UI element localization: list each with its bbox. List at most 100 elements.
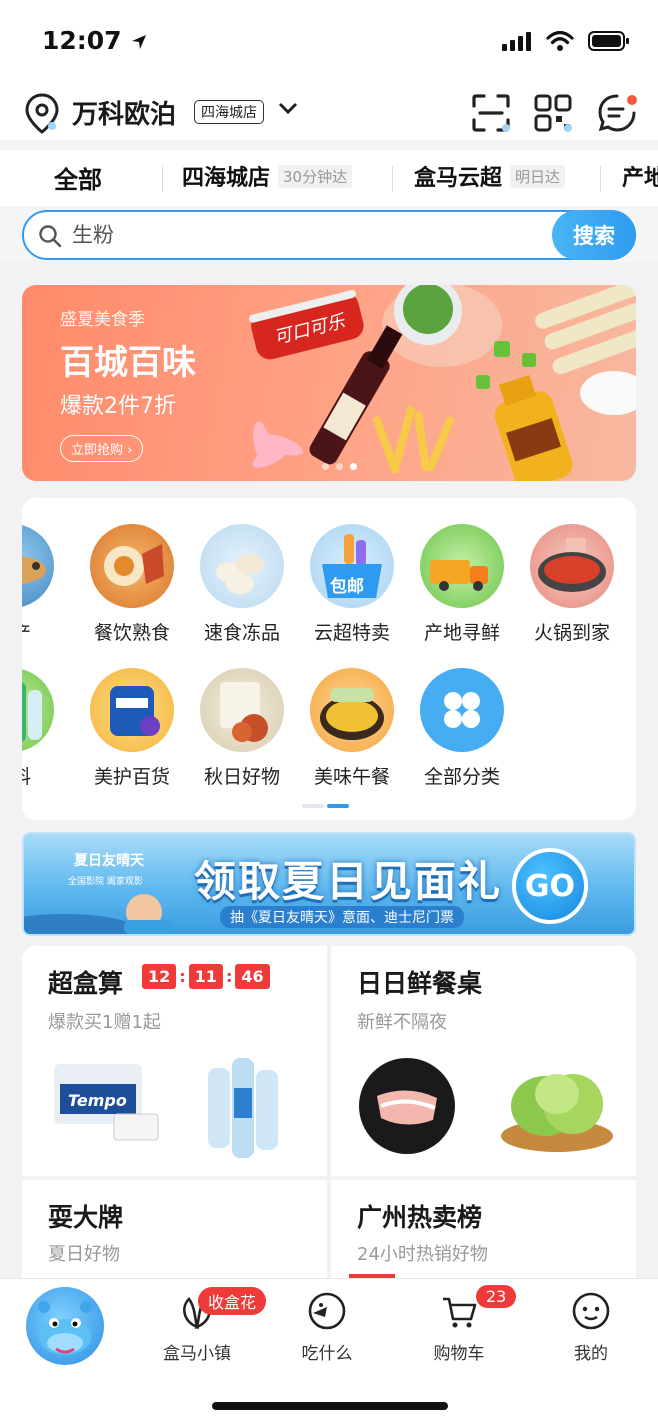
scan-icon[interactable]	[470, 92, 512, 134]
tab-label: 我的	[574, 1344, 608, 1364]
banner-pagination	[322, 463, 357, 470]
signal-icon	[502, 32, 531, 51]
tile-subtitle: 爆款买1赠1起	[48, 1012, 161, 1033]
home-indicator	[212, 1402, 448, 1410]
timer-colon: :	[179, 967, 186, 986]
tile-ririxian[interactable]: 日日鲜餐桌 新鲜不隔夜	[331, 946, 636, 1176]
category-item[interactable]: 秋日好物	[192, 668, 292, 789]
hero-banner[interactable]: 盛夏美食季 百城百味 爆款2件7折 立即抢购 › 可口可乐	[22, 285, 636, 481]
hotpot-icon	[530, 524, 614, 608]
tissue-product-image: Tempo	[54, 1064, 159, 1141]
category-item[interactable]: 速食冻品	[192, 524, 292, 645]
promo-movie-sub: 全国影院 阖家观影	[68, 877, 143, 887]
tab-label: 盒马小镇	[163, 1344, 231, 1364]
tile-shuadapai[interactable]: 耍大牌 夏日好物	[22, 1180, 327, 1278]
free-shipping-badge: 包邮	[330, 577, 364, 597]
location-name[interactable]: 万科欧泊	[72, 94, 176, 131]
category-label: 火锅到家	[533, 622, 610, 644]
search-button[interactable]: 搜索	[552, 210, 636, 260]
category-label: 产地寻鲜	[423, 622, 500, 644]
tab-label: 四海城店	[182, 166, 271, 191]
promo-go-button[interactable]: GO	[512, 848, 588, 924]
banner-dot	[336, 463, 343, 470]
status-icons	[502, 30, 630, 52]
tile-title: 超盒算	[48, 969, 124, 998]
hippo-mascot-icon	[38, 1301, 92, 1355]
tab-divider	[392, 166, 393, 192]
search-input[interactable]	[72, 222, 492, 246]
battery-icon	[588, 31, 629, 51]
timer-hours: 12	[142, 964, 177, 989]
category-label: 全部分类	[423, 766, 500, 788]
category-label: 水产	[22, 618, 62, 645]
tile-title: 日日鲜餐桌	[357, 969, 483, 998]
category-item[interactable]: 包邮 云超特卖	[302, 524, 402, 645]
qrcode-icon[interactable]	[532, 92, 574, 134]
cart-count-badge: 23	[476, 1285, 517, 1308]
tab-all[interactable]: 全部	[54, 160, 102, 195]
hippo-mascot-button[interactable]	[26, 1287, 104, 1365]
category-label: 饮料	[22, 762, 62, 789]
chevron-down-icon[interactable]	[278, 102, 298, 116]
tab-label: 吃什么	[301, 1344, 353, 1364]
tab-what-to-eat[interactable]: 吃什么	[272, 1291, 382, 1364]
cart-icon	[443, 1297, 477, 1328]
category-item[interactable]: 产地寻鲜	[412, 524, 512, 645]
drinks-icon	[22, 668, 54, 752]
pork-product-image	[359, 1058, 455, 1154]
status-time: 12:07	[42, 26, 148, 55]
location-pin-icon[interactable]	[22, 92, 62, 136]
pager-track	[302, 804, 324, 808]
tile-title: 耍大牌	[48, 1203, 124, 1232]
tile-subtitle: 24小时热销好物	[357, 1244, 488, 1265]
tab-mine[interactable]: 我的	[536, 1291, 646, 1364]
promo-banner[interactable]: 夏日友晴天 全国影院 阖家观影 领取夏日见面礼 抽《夏日友晴天》意面、迪士尼门票…	[22, 832, 636, 936]
tab-label: 产地	[622, 166, 658, 191]
location-arrow-icon	[132, 35, 147, 49]
banner-cta-button[interactable]: 立即抢购 ›	[60, 435, 144, 462]
category-item[interactable]: 饮料	[22, 668, 62, 789]
tab-eta: 30分钟达	[278, 164, 353, 188]
header: 万科欧泊 四海城店	[0, 84, 658, 140]
timer-minutes: 11	[188, 964, 223, 989]
tile-chaohesuan[interactable]: 超盒算 12 : 11 : 46 爆款买1赠1起 Tempo	[22, 946, 327, 1176]
tile-title: 广州热卖榜	[357, 1203, 483, 1232]
category-item[interactable]: 餐饮熟食	[82, 524, 182, 645]
tab-sihaicheng[interactable]: 四海城店 30分钟达	[182, 160, 353, 192]
seafood-icon	[22, 524, 54, 608]
promo-subtitle: 抽《夏日友晴天》意面、迪士尼门票	[220, 906, 464, 928]
tab-badge-collect: 收盒花	[198, 1287, 267, 1315]
lettuce-product-image	[501, 1074, 613, 1152]
message-icon[interactable]	[596, 92, 638, 134]
promo-title: 领取夏日见面礼	[194, 857, 503, 906]
autumn-goods-icon	[200, 668, 284, 752]
category-item[interactable]: 火锅到家	[522, 524, 622, 645]
tab-yunchao[interactable]: 盒马云超 明日达	[414, 160, 566, 192]
tab-divider	[600, 166, 601, 192]
store-tag[interactable]: 四海城店	[194, 100, 264, 124]
category-item[interactable]: 美味午餐	[302, 668, 402, 789]
free-shipping-icon: 包邮	[310, 524, 394, 608]
frozen-food-icon	[200, 524, 284, 608]
countdown-timer: 12 : 11 : 46	[142, 964, 270, 989]
status-time-text: 12:07	[42, 26, 122, 55]
category-item[interactable]: 全部分类	[412, 668, 512, 789]
origin-fresh-icon	[420, 524, 504, 608]
tab-chandi[interactable]: 产地	[622, 160, 658, 192]
profile-face-icon	[572, 1292, 610, 1330]
cooked-food-icon	[90, 524, 174, 608]
tile-guangzhou-hot[interactable]: 广州热卖榜 24小时热销好物	[331, 1180, 636, 1278]
category-label: 美护百货	[93, 766, 170, 788]
search-bar: 搜索	[22, 210, 636, 260]
status-bar: 12:07	[0, 0, 658, 84]
tile-subtitle: 新鲜不隔夜	[357, 1012, 447, 1033]
category-label: 秋日好物	[203, 766, 280, 788]
search-icon	[39, 225, 62, 248]
all-categories-icon	[420, 668, 504, 752]
category-item[interactable]: 美护百货	[82, 668, 182, 789]
banner-kicker: 盛夏美食季	[60, 310, 145, 330]
category-item[interactable]: 水产	[22, 524, 62, 645]
product-brand-text: Tempo	[68, 1091, 127, 1110]
category-label: 餐饮熟食	[93, 622, 170, 644]
beauty-icon	[90, 668, 174, 752]
